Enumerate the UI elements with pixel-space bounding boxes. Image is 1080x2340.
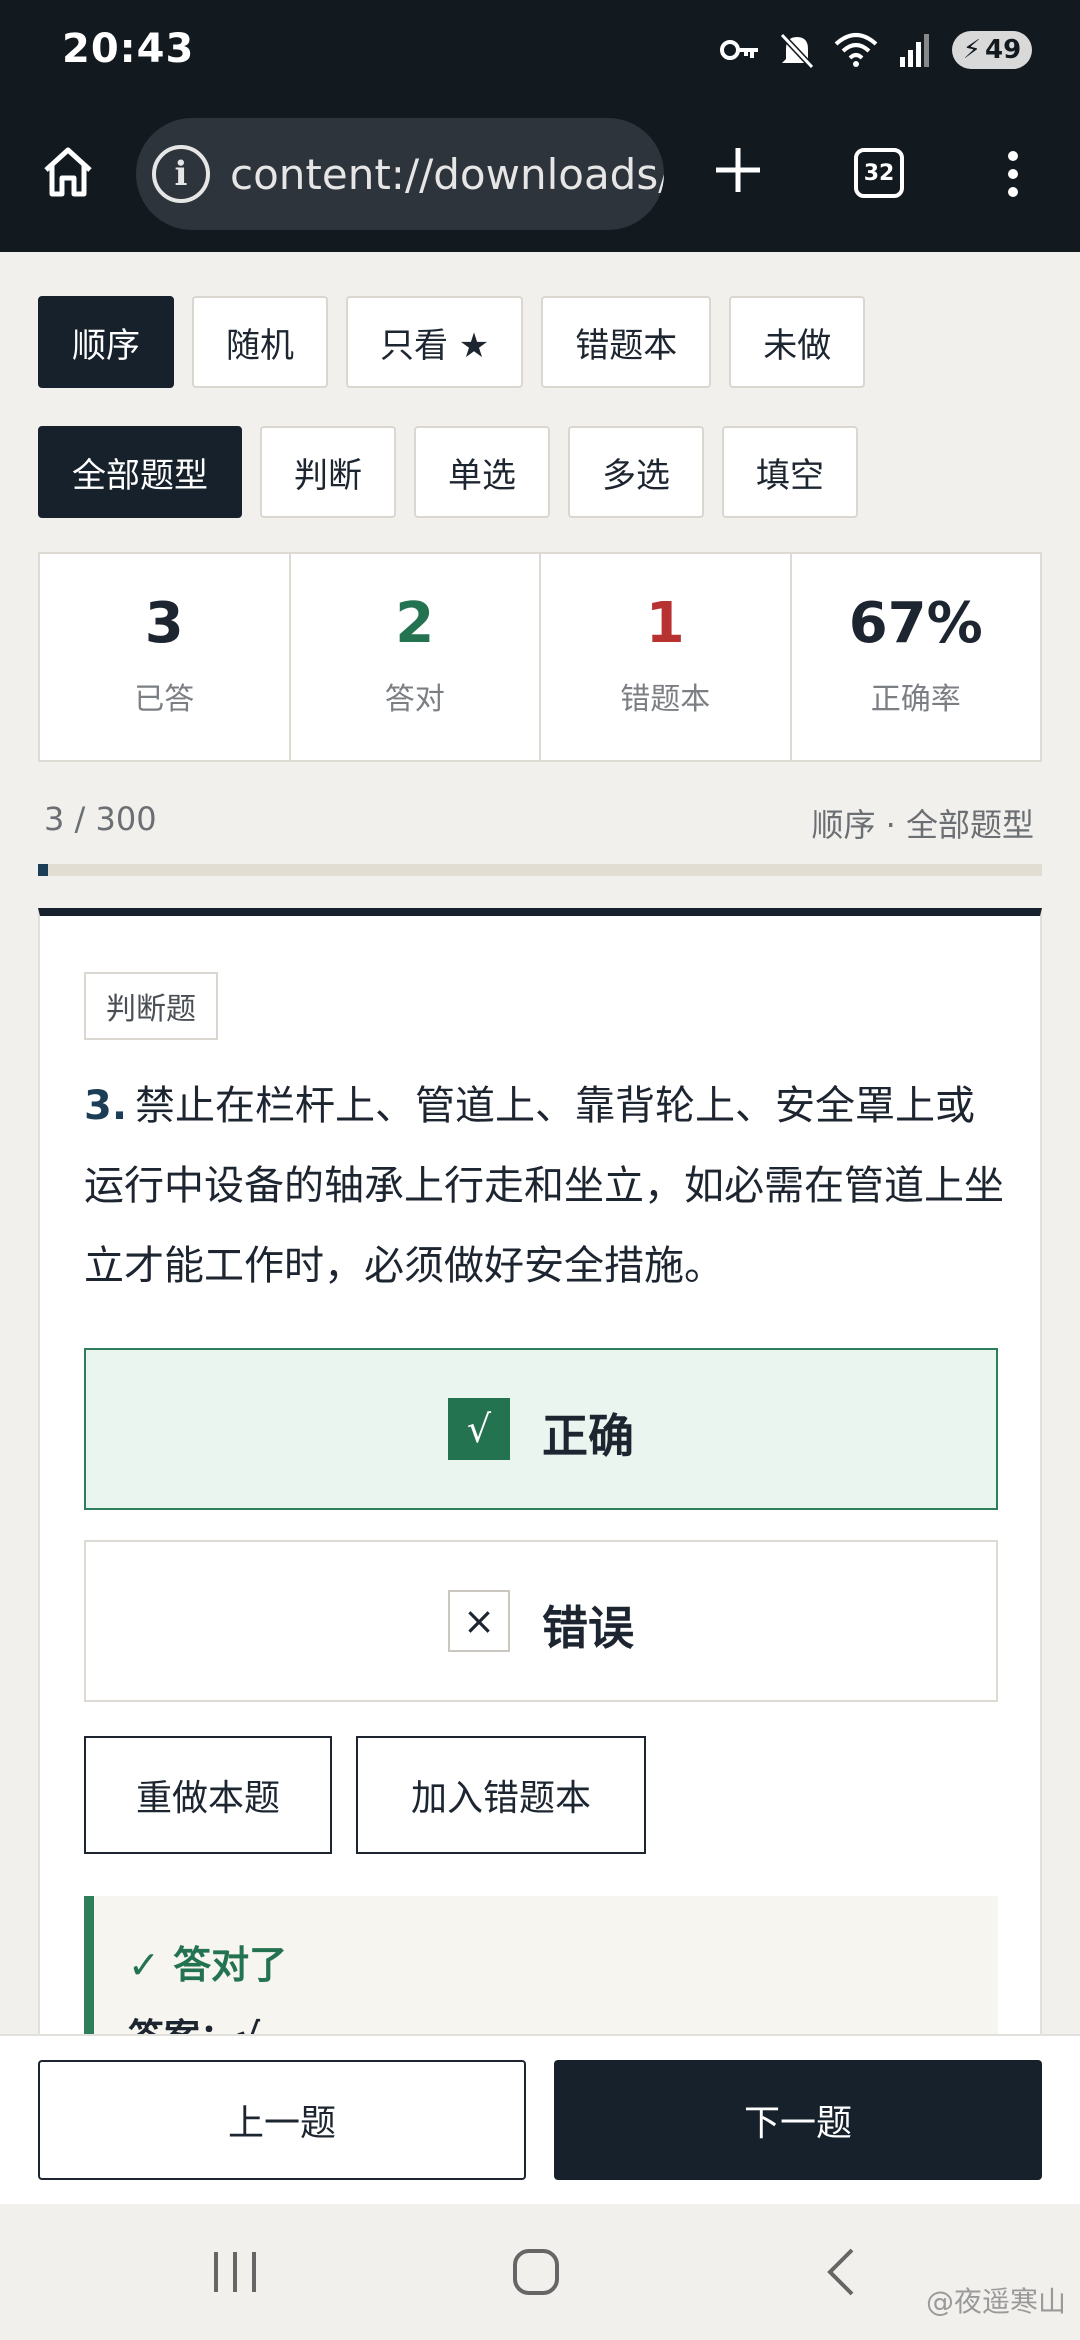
more-menu-icon[interactable] bbox=[998, 144, 1028, 204]
mode-random-button[interactable]: 随机 bbox=[192, 296, 328, 388]
key-icon bbox=[720, 37, 760, 63]
question-nav-bar: 上一题 下一题 bbox=[0, 2034, 1080, 2204]
type-filter-row: 全部题型 判断 单选 多选 填空 bbox=[38, 426, 858, 518]
question-card: 判断题 3. 禁止在栏杆上、管道上、靠背轮上、安全罩上或运行中设备的轴承上行走和坐… bbox=[38, 908, 1042, 2040]
browser-toolbar: i content://downloads/ 32 bbox=[0, 100, 1080, 252]
signal-icon bbox=[898, 33, 932, 67]
option-false-button[interactable]: × 错误 bbox=[84, 1540, 998, 1702]
type-multi-button[interactable]: 多选 bbox=[568, 426, 704, 518]
back-icon[interactable] bbox=[822, 2246, 858, 2298]
prev-question-button[interactable]: 上一题 bbox=[38, 2060, 526, 2180]
next-question-button[interactable]: 下一题 bbox=[554, 2060, 1042, 2180]
type-single-button[interactable]: 单选 bbox=[414, 426, 550, 518]
answer-feedback: ✓ 答对了 答案：√ bbox=[84, 1896, 998, 2040]
stat-value: 1 bbox=[645, 591, 685, 656]
info-icon[interactable]: i bbox=[152, 145, 210, 203]
watermark: @夜遥寒山 bbox=[925, 2285, 1066, 2318]
status-icons: ⚡ 49 bbox=[720, 28, 1032, 72]
mute-icon bbox=[780, 31, 814, 69]
question-type-badge: 判断题 bbox=[84, 972, 218, 1040]
mode-filter-row: 顺序 随机 只看 ★ 错题本 未做 bbox=[38, 296, 866, 388]
wifi-icon bbox=[834, 32, 878, 68]
stat-answered: 3 已答 bbox=[40, 554, 291, 760]
type-judge-button[interactable]: 判断 bbox=[260, 426, 396, 518]
stat-label: 错题本 bbox=[620, 682, 711, 717]
tab-switcher-button[interactable]: 32 bbox=[854, 148, 904, 198]
question-text-block: 3. 禁止在栏杆上、管道上、靠背轮上、安全罩上或运行中设备的轴承上行走和坐立，如必… bbox=[84, 1066, 1004, 1306]
progress-bar bbox=[38, 864, 1042, 876]
system-nav-bar: @夜遥寒山 bbox=[0, 2204, 1080, 2340]
recent-apps-icon[interactable] bbox=[210, 2250, 260, 2294]
check-icon: √ bbox=[448, 1398, 510, 1460]
question-number: 3. bbox=[84, 1083, 128, 1129]
cross-icon: × bbox=[448, 1590, 510, 1652]
option-true-button[interactable]: √ 正确 bbox=[84, 1348, 998, 1510]
option-label: 正确 bbox=[542, 1409, 634, 1463]
stat-value: 67% bbox=[848, 591, 983, 656]
progress-count: 3 / 300 bbox=[44, 800, 157, 838]
mode-wrong-book-button[interactable]: 错题本 bbox=[541, 296, 712, 388]
home-icon[interactable] bbox=[38, 142, 98, 202]
new-tab-icon[interactable] bbox=[708, 140, 768, 200]
option-label: 错误 bbox=[542, 1601, 634, 1655]
stat-value: 2 bbox=[395, 591, 435, 656]
progress-mode-label: 顺序 · 全部题型 bbox=[811, 806, 1034, 844]
progress-bar-fill bbox=[38, 864, 49, 876]
stat-label: 正确率 bbox=[870, 682, 961, 717]
feedback-title: ✓ 答对了 bbox=[128, 1943, 288, 1987]
type-fill-button[interactable]: 填空 bbox=[722, 426, 858, 518]
mode-sequential-button[interactable]: 顺序 bbox=[38, 296, 174, 388]
system-home-icon[interactable] bbox=[512, 2248, 560, 2296]
status-bar: 20:43 ⚡ 49 bbox=[0, 0, 1080, 100]
type-all-button[interactable]: 全部题型 bbox=[38, 426, 242, 518]
stat-value: 3 bbox=[144, 591, 184, 656]
stat-label: 答对 bbox=[384, 682, 445, 717]
question-text: 禁止在栏杆上、管道上、靠背轮上、安全罩上或运行中设备的轴承上行走和坐立，如必需在… bbox=[84, 1083, 1004, 1289]
stat-correct: 2 答对 bbox=[291, 554, 541, 760]
stat-accuracy: 67% 正确率 bbox=[792, 554, 1041, 760]
mode-starred-button[interactable]: 只看 ★ bbox=[346, 296, 524, 388]
stats-panel: 3 已答 2 答对 1 错题本 67% 正确率 bbox=[38, 552, 1042, 762]
add-to-wrong-book-button[interactable]: 加入错题本 bbox=[356, 1736, 646, 1854]
url-bar[interactable]: i content://downloads/ bbox=[136, 118, 664, 230]
battery-level: 49 bbox=[985, 35, 1022, 65]
status-time: 20:43 bbox=[62, 26, 195, 72]
stat-wrong: 1 错题本 bbox=[541, 554, 792, 760]
battery-icon: ⚡ 49 bbox=[952, 31, 1032, 69]
url-text[interactable]: content://downloads/ bbox=[230, 150, 664, 199]
mode-undone-button[interactable]: 未做 bbox=[729, 296, 866, 388]
stat-label: 已答 bbox=[134, 682, 195, 717]
redo-question-button[interactable]: 重做本题 bbox=[84, 1736, 332, 1854]
